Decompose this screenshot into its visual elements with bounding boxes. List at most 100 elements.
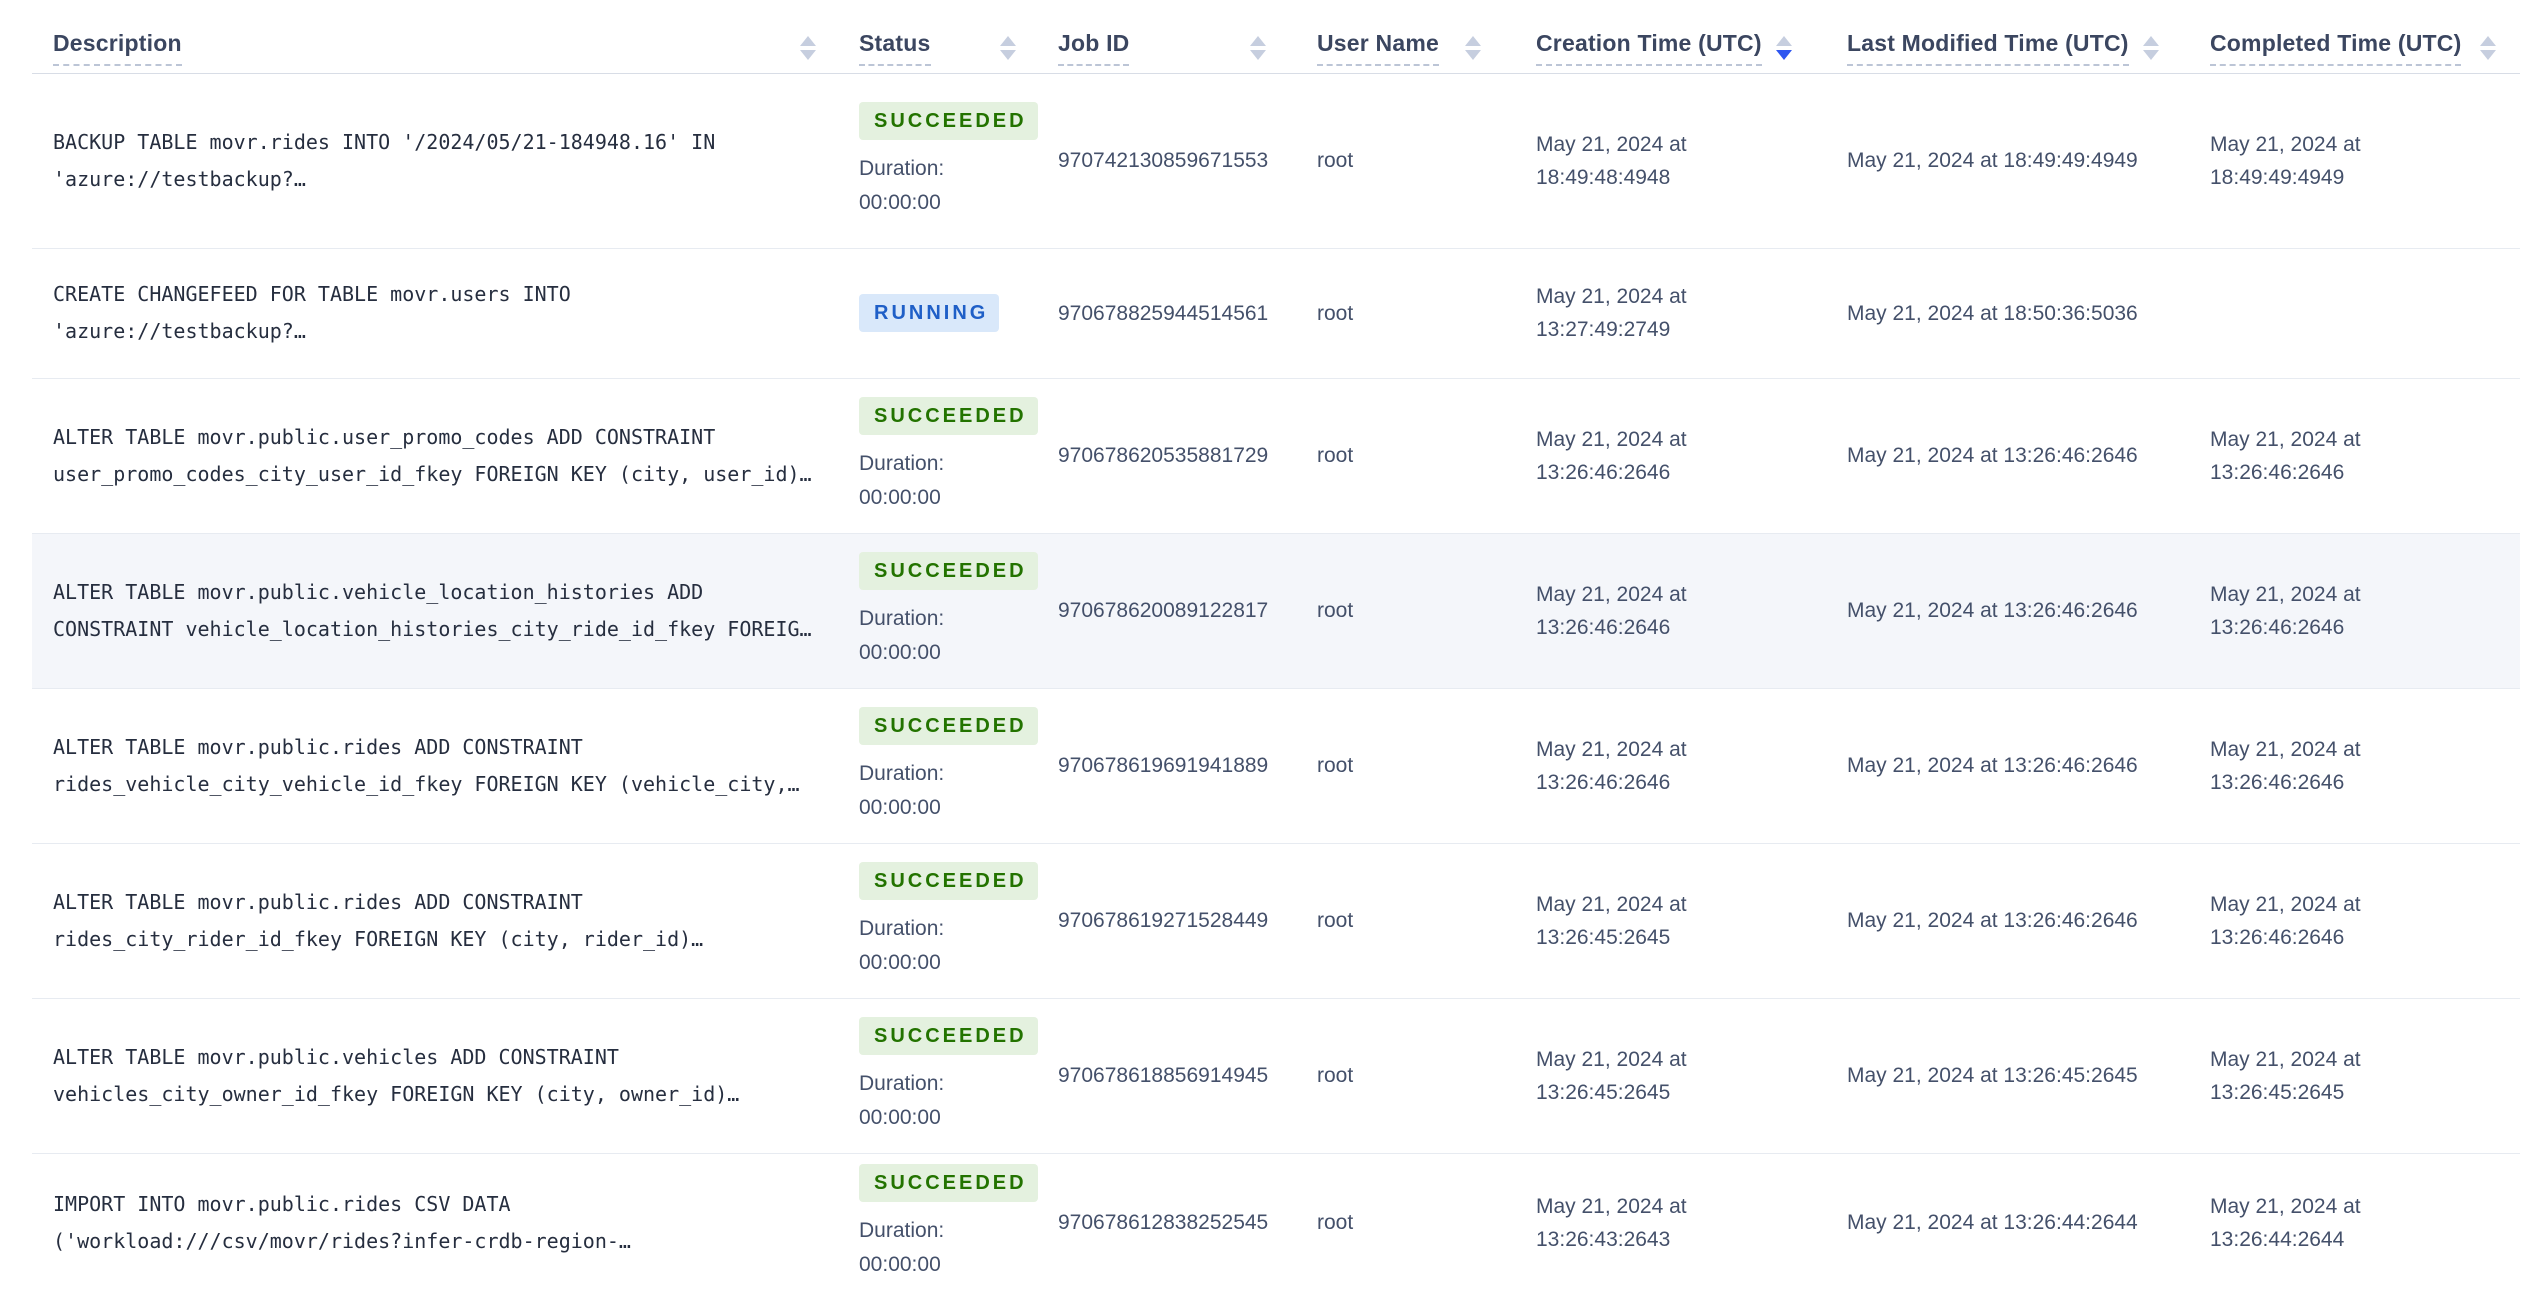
user-name: root — [1317, 1064, 1354, 1087]
duration-label: Duration: — [859, 916, 945, 940]
column-header-job-id[interactable]: Job ID — [1040, 0, 1290, 73]
sort-desc-icon[interactable] — [2142, 49, 2159, 60]
table-row: ALTER TABLE movr.public.vehicles ADD CON… — [32, 998, 2520, 1153]
last-modified-time: May 21, 2024 at 13:26:46:2646 — [1847, 599, 2138, 622]
completed-time: May 21, 2024 at 13:26:46:2646 — [2210, 737, 2361, 794]
sort-desc-icon[interactable] — [1250, 49, 1266, 60]
column-header-user-name[interactable]: User Name — [1290, 0, 1505, 73]
completed-time: May 21, 2024 at 13:26:46:2646 — [2210, 427, 2361, 484]
column-label-completed-time[interactable]: Completed Time (UTC) — [2210, 30, 2462, 66]
sort-icons[interactable] — [800, 35, 816, 60]
job-id: 970678620535881729 — [1058, 444, 1269, 467]
column-header-completed-time[interactable]: Completed Time (UTC) — [2172, 0, 2520, 73]
sort-icons[interactable] — [2480, 35, 2496, 60]
sort-desc-icon[interactable] — [2480, 49, 2496, 60]
last-modified-time: May 21, 2024 at 13:26:46:2646 — [1847, 444, 2138, 467]
table-row: IMPORT INTO movr.public.rides CSV DATA (… — [32, 1153, 2520, 1292]
duration-label: Duration: — [859, 1071, 945, 1095]
job-description-link[interactable]: ALTER TABLE movr.public.rides ADD CONSTR… — [53, 729, 820, 803]
job-id: 970678612838252545 — [1058, 1211, 1269, 1234]
column-header-description[interactable]: Description — [32, 0, 840, 73]
sort-asc-icon[interactable] — [1465, 35, 1481, 46]
duration-label: Duration: — [859, 451, 945, 475]
column-label-user-name[interactable]: User Name — [1317, 30, 1439, 66]
creation-time: May 21, 2024 at 13:26:46:2646 — [1536, 427, 1687, 484]
user-name: root — [1317, 909, 1354, 932]
job-description-link[interactable]: CREATE CHANGEFEED FOR TABLE movr.users I… — [53, 276, 820, 350]
column-label-creation-time[interactable]: Creation Time (UTC) — [1536, 30, 1762, 66]
table-row: BACKUP TABLE movr.rides INTO '/2024/05/2… — [32, 73, 2520, 248]
status-badge: SUCCEEDED — [859, 551, 1038, 590]
sort-desc-icon[interactable] — [1775, 49, 1792, 60]
duration-value: 00:00:00 — [859, 485, 941, 509]
status-badge: SUCCEEDED — [859, 1016, 1038, 1055]
sort-desc-icon[interactable] — [1465, 49, 1481, 60]
last-modified-time: May 21, 2024 at 13:26:46:2646 — [1847, 754, 2138, 777]
column-header-status[interactable]: Status — [840, 0, 1040, 73]
user-name: root — [1317, 301, 1354, 325]
sort-icons[interactable] — [2142, 35, 2159, 60]
creation-time: May 21, 2024 at 13:26:46:2646 — [1536, 582, 1687, 639]
status-badge: RUNNING — [859, 294, 1000, 332]
status-badge: SUCCEEDED — [859, 861, 1038, 900]
completed-time: May 21, 2024 at 13:26:45:2645 — [2210, 1047, 2361, 1104]
sort-asc-icon[interactable] — [800, 35, 816, 46]
sort-desc-icon[interactable] — [800, 49, 816, 60]
job-description-link[interactable]: ALTER TABLE movr.public.rides ADD CONSTR… — [53, 884, 820, 958]
jobs-table-header: Description Status Job ID User Name Crea… — [32, 0, 2520, 73]
last-modified-time: May 21, 2024 at 18:49:49:4949 — [1847, 149, 2138, 172]
creation-time: May 21, 2024 at 13:27:49:2749 — [1536, 285, 1687, 341]
job-id: 970742130859671553 — [1058, 149, 1269, 172]
column-header-last-modified-time[interactable]: Last Modified Time (UTC) — [1812, 0, 2172, 73]
sort-asc-icon[interactable] — [1775, 35, 1792, 46]
column-label-last-modified-time[interactable]: Last Modified Time (UTC) — [1847, 30, 2129, 66]
sort-asc-icon[interactable] — [1000, 35, 1016, 46]
status-badge: SUCCEEDED — [859, 396, 1038, 435]
creation-time: May 21, 2024 at 13:26:45:2645 — [1536, 892, 1687, 949]
status-badge: SUCCEEDED — [859, 1163, 1038, 1202]
last-modified-time: May 21, 2024 at 18:50:36:5036 — [1847, 301, 2138, 325]
duration-label: Duration: — [859, 761, 945, 785]
creation-time: May 21, 2024 at 18:49:48:4948 — [1536, 132, 1687, 189]
completed-time: May 21, 2024 at 18:49:49:4949 — [2210, 132, 2361, 189]
completed-time: May 21, 2024 at 13:26:46:2646 — [2210, 582, 2361, 639]
job-id: 970678619691941889 — [1058, 754, 1269, 777]
table-row: ALTER TABLE movr.public.rides ADD CONSTR… — [32, 688, 2520, 843]
table-row: ALTER TABLE movr.public.rides ADD CONSTR… — [32, 843, 2520, 998]
status-badge: SUCCEEDED — [859, 706, 1038, 745]
sort-icons[interactable] — [1775, 35, 1792, 60]
job-description-link[interactable]: IMPORT INTO movr.public.rides CSV DATA (… — [53, 1186, 820, 1260]
user-name: root — [1317, 149, 1354, 172]
jobs-table-body: BACKUP TABLE movr.rides INTO '/2024/05/2… — [32, 73, 2520, 1292]
column-label-description[interactable]: Description — [53, 30, 182, 66]
user-name: root — [1317, 599, 1354, 622]
duration-value: 00:00:00 — [859, 190, 941, 214]
job-description-link[interactable]: ALTER TABLE movr.public.vehicle_location… — [53, 574, 820, 648]
job-description-link[interactable]: ALTER TABLE movr.public.vehicles ADD CON… — [53, 1039, 820, 1113]
job-description-link[interactable]: BACKUP TABLE movr.rides INTO '/2024/05/2… — [53, 124, 820, 198]
duration-label: Duration: — [859, 156, 945, 180]
creation-time: May 21, 2024 at 13:26:43:2643 — [1536, 1194, 1687, 1251]
sort-icons[interactable] — [1465, 35, 1481, 60]
sort-desc-icon[interactable] — [1000, 49, 1016, 60]
sort-asc-icon[interactable] — [2142, 35, 2159, 46]
duration-label: Duration: — [859, 1218, 945, 1242]
sort-icons[interactable] — [1000, 35, 1016, 60]
column-label-status[interactable]: Status — [859, 30, 931, 66]
table-row: CREATE CHANGEFEED FOR TABLE movr.users I… — [32, 248, 2520, 378]
duration-label: Duration: — [859, 606, 945, 630]
last-modified-time: May 21, 2024 at 13:26:44:2644 — [1847, 1211, 2138, 1234]
sort-asc-icon[interactable] — [2480, 35, 2496, 46]
user-name: root — [1317, 444, 1354, 467]
status-badge: SUCCEEDED — [859, 101, 1038, 140]
completed-time: May 21, 2024 at 13:26:46:2646 — [2210, 892, 2361, 949]
job-description-link[interactable]: ALTER TABLE movr.public.user_promo_codes… — [53, 419, 820, 493]
duration-value: 00:00:00 — [859, 795, 941, 819]
sort-icons[interactable] — [1250, 35, 1266, 60]
completed-time: May 21, 2024 at 13:26:44:2644 — [2210, 1194, 2361, 1251]
column-label-job-id[interactable]: Job ID — [1058, 30, 1130, 66]
duration-value: 00:00:00 — [859, 950, 941, 974]
column-header-creation-time[interactable]: Creation Time (UTC) — [1505, 0, 1812, 73]
sort-asc-icon[interactable] — [1250, 35, 1266, 46]
table-row: ALTER TABLE movr.public.user_promo_codes… — [32, 378, 2520, 533]
